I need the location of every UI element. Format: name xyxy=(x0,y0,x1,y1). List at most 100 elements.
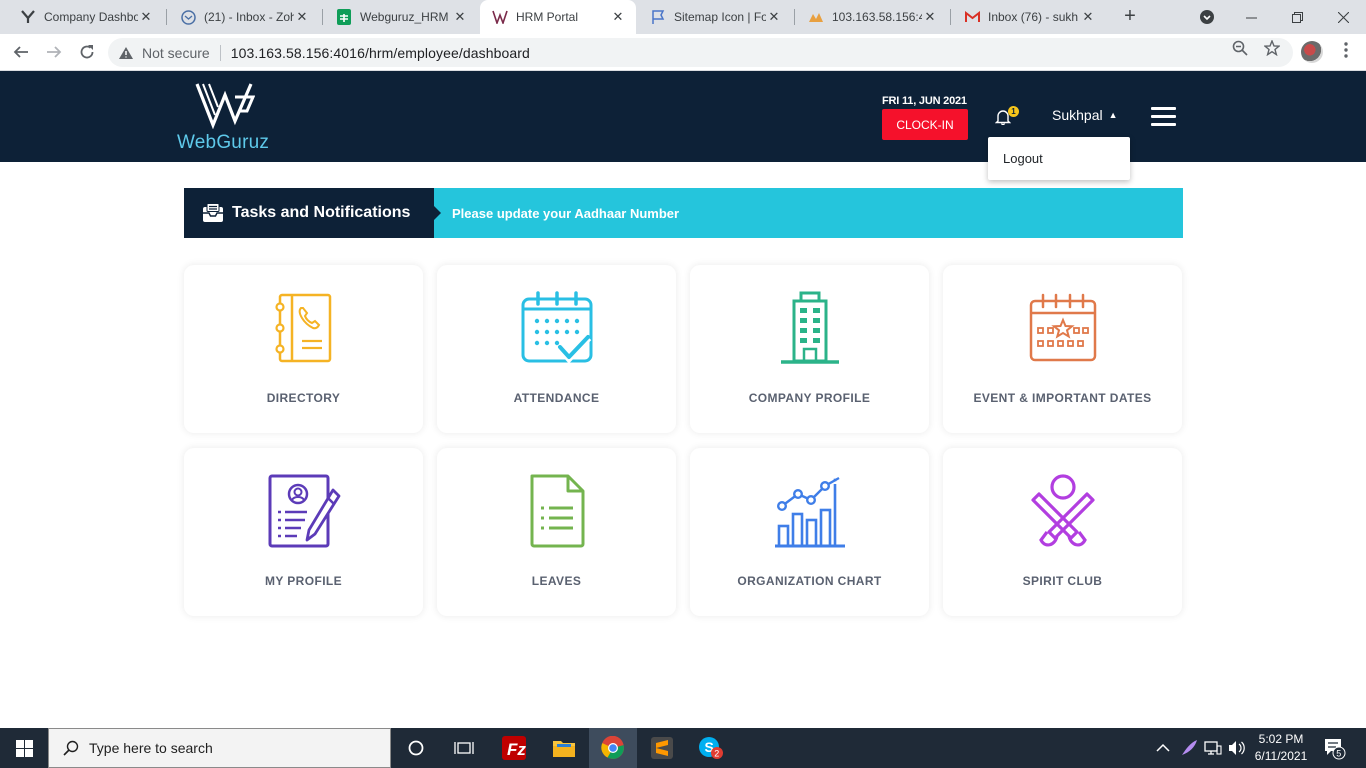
tab-title: (21) - Inbox - Zoh xyxy=(204,10,294,24)
zoom-out-icon xyxy=(1232,40,1248,56)
building-icon xyxy=(780,291,839,364)
zoom-button[interactable] xyxy=(1230,38,1250,58)
volume-icon[interactable] xyxy=(1228,740,1246,756)
minimize-button[interactable] xyxy=(1228,0,1274,34)
action-center-button[interactable]: 5 xyxy=(1322,736,1346,760)
network-icon[interactable] xyxy=(1204,740,1222,756)
folder-icon xyxy=(553,741,575,757)
browser-toolbar: Not secure 103.163.58.156:4016/hrm/emplo… xyxy=(0,34,1366,71)
taskbar-search-box[interactable]: Type here to search xyxy=(48,728,391,768)
clock-date: 6/11/2021 xyxy=(1254,749,1308,763)
card-label: ATTENDANCE xyxy=(513,391,600,405)
calendar-star-icon xyxy=(1029,293,1096,362)
tab-close-icon[interactable]: ✕ xyxy=(922,9,938,25)
company-profile-card[interactable]: COMPANY PROFILE xyxy=(690,265,929,433)
phonebook-icon xyxy=(274,293,331,363)
tab-divider xyxy=(322,9,323,25)
bar-chart-icon xyxy=(774,476,845,548)
attendance-card[interactable]: ATTENDANCE xyxy=(437,265,676,433)
hamburger-menu-button[interactable] xyxy=(1151,107,1176,126)
task-message-link[interactable]: Please update your Aadhaar Number xyxy=(452,206,679,221)
feather-tray-icon[interactable] xyxy=(1180,739,1198,757)
reload-button[interactable] xyxy=(75,40,99,64)
browser-tab[interactable]: Inbox (76) - sukh ✕ xyxy=(952,0,1106,34)
task-view-icon xyxy=(454,742,474,754)
windows-logo-icon xyxy=(15,739,33,757)
taskbar-clock[interactable]: 5:02 PM 6/11/2021 xyxy=(1248,731,1314,765)
tab-close-icon[interactable]: ✕ xyxy=(610,9,626,25)
task-view-button[interactable] xyxy=(440,728,488,768)
back-arrow-icon xyxy=(13,46,28,58)
card-label: MY PROFILE xyxy=(264,574,343,588)
bookmark-button[interactable] xyxy=(1262,38,1282,58)
brand-name: WebGuruz xyxy=(177,132,270,153)
profile-document-icon xyxy=(268,474,340,548)
chrome-icon xyxy=(601,736,624,759)
spirit-club-card[interactable]: SPIRIT CLUB xyxy=(943,448,1182,616)
golf-icon xyxy=(1030,474,1095,547)
organization-chart-card[interactable]: ORGANIZATION CHART xyxy=(690,448,929,616)
address-bar[interactable]: Not secure 103.163.58.156:4016/hrm/emplo… xyxy=(108,38,1293,67)
cortana-circle-icon xyxy=(408,740,424,756)
profile-avatar[interactable] xyxy=(1301,41,1323,63)
webguruz-logo[interactable]: WebGuruz xyxy=(177,81,277,153)
tab-close-icon[interactable]: ✕ xyxy=(452,9,468,25)
tab-close-icon[interactable]: ✕ xyxy=(294,9,310,25)
new-tab-button[interactable]: + xyxy=(1119,5,1141,27)
pma-favicon-icon xyxy=(808,9,824,25)
my-profile-card[interactable]: MY PROFILE xyxy=(184,448,423,616)
gmail-favicon-icon xyxy=(964,9,980,25)
tab-search-icon xyxy=(1200,10,1214,24)
back-button[interactable] xyxy=(9,40,33,64)
document-list-icon xyxy=(530,474,584,548)
chevron-up-icon[interactable] xyxy=(1156,743,1170,753)
hamburger-line xyxy=(1151,107,1176,110)
browser-tab[interactable]: Company Dashbo ✕ xyxy=(8,0,164,34)
restore-button[interactable] xyxy=(1274,0,1320,34)
tab-close-icon[interactable]: ✕ xyxy=(1080,9,1096,25)
sublime-taskbar-button[interactable] xyxy=(638,728,686,768)
browser-menu-button[interactable] xyxy=(1336,42,1356,62)
browser-tab[interactable]: 103.163.58.156:40 ✕ xyxy=(796,0,948,34)
card-label: LEAVES xyxy=(531,574,582,588)
browser-tab[interactable]: (21) - Inbox - Zoh ✕ xyxy=(168,0,320,34)
skype-taskbar-button[interactable]: S 2 xyxy=(687,728,735,768)
tab-title: 103.163.58.156:40 xyxy=(832,10,922,24)
tab-search-button[interactable] xyxy=(1184,0,1230,34)
sheets-favicon-icon xyxy=(336,9,352,25)
windows-taskbar: Type here to search Fz S 2 5:02 PM 6/11/… xyxy=(0,728,1366,768)
cortana-button[interactable] xyxy=(392,728,440,768)
close-window-button[interactable] xyxy=(1320,0,1366,34)
clock-in-button[interactable]: CLOCK-IN xyxy=(882,109,968,140)
card-label: SPIRIT CLUB xyxy=(1022,574,1103,588)
current-date: FRI 11, JUN 2021 xyxy=(882,95,967,107)
events-dates-card[interactable]: EVENT & IMPORTANT DATES xyxy=(943,265,1182,433)
user-name: Sukhpal xyxy=(1052,107,1103,123)
webguruz-favicon-icon xyxy=(492,9,508,25)
forward-button[interactable] xyxy=(42,40,66,64)
browser-tab-strip: Company Dashbo ✕ (21) - Inbox - Zoh ✕ We… xyxy=(0,0,1366,34)
start-button[interactable] xyxy=(0,728,48,768)
logout-menu-item[interactable]: Logout xyxy=(1003,151,1043,166)
webguruz-logo-icon xyxy=(195,83,255,129)
reload-icon xyxy=(80,45,94,59)
flag-favicon-icon xyxy=(650,9,666,25)
notification-badge: 1 xyxy=(1008,106,1019,117)
tab-close-icon[interactable]: ✕ xyxy=(138,9,154,25)
user-menu-toggle[interactable]: Sukhpal ▲ xyxy=(1052,107,1118,123)
star-icon xyxy=(1264,40,1280,56)
tab-divider xyxy=(794,9,795,25)
browser-tab-active[interactable]: HRM Portal ✕ xyxy=(480,0,636,34)
directory-card[interactable]: DIRECTORY xyxy=(184,265,423,433)
file-explorer-taskbar-button[interactable] xyxy=(540,728,588,768)
leaves-card[interactable]: LEAVES xyxy=(437,448,676,616)
filezilla-taskbar-button[interactable]: Fz xyxy=(490,728,538,768)
browser-tab[interactable]: Webguruz_HRM ✕ xyxy=(324,0,478,34)
chrome-taskbar-button[interactable] xyxy=(589,728,637,768)
more-vert-icon xyxy=(1344,42,1348,58)
skype-badge: 2 xyxy=(714,749,719,759)
browser-tab[interactable]: Sitemap Icon | Fo ✕ xyxy=(638,0,792,34)
card-label: DIRECTORY xyxy=(266,391,341,405)
tab-close-icon[interactable]: ✕ xyxy=(766,9,782,25)
tab-title: HRM Portal xyxy=(516,10,579,24)
